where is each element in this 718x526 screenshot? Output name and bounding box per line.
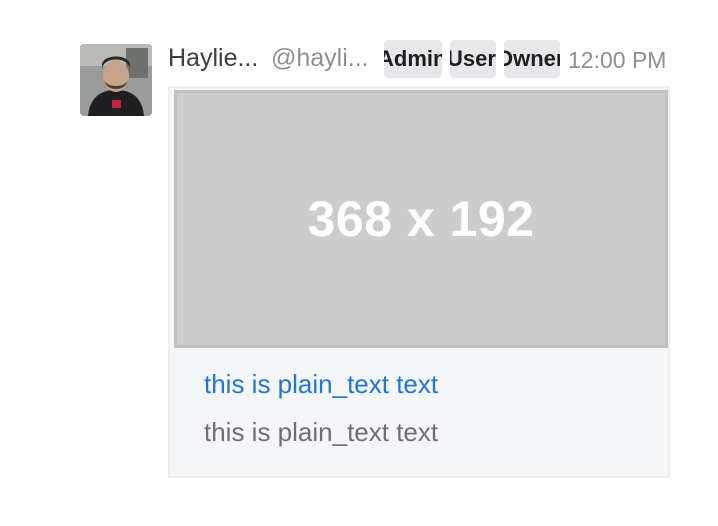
message-attachment: 368 x 192 this is plain_text text this i… [168, 86, 670, 478]
attachment-text: this is plain_text text [204, 417, 439, 447]
attachment-title-link[interactable]: this is plain_text text [204, 368, 438, 400]
badge-admin: Admin [384, 40, 442, 78]
badge-user: User [450, 40, 496, 78]
username[interactable]: @hayli... [271, 43, 375, 73]
avatar-photo [80, 44, 152, 116]
badge-admin-label: Admin [384, 46, 442, 71]
display-name[interactable]: Haylie... [168, 43, 264, 73]
thumbnail-size-label: 368 x 192 [307, 191, 535, 247]
badge-owner: Owner [504, 40, 560, 78]
avatar[interactable] [80, 44, 152, 116]
post-header: Haylie... @hayli... Admin User Owner 12:… [168, 40, 678, 78]
post-timestamp[interactable]: 12:00 PM [568, 45, 666, 75]
badge-owner-label: Owner [504, 46, 560, 71]
post-message: Haylie... @hayli... Admin User Owner 12:… [0, 0, 718, 526]
badge-user-label: User [450, 46, 496, 71]
attachment-thumbnail[interactable]: 368 x 192 [174, 90, 668, 348]
